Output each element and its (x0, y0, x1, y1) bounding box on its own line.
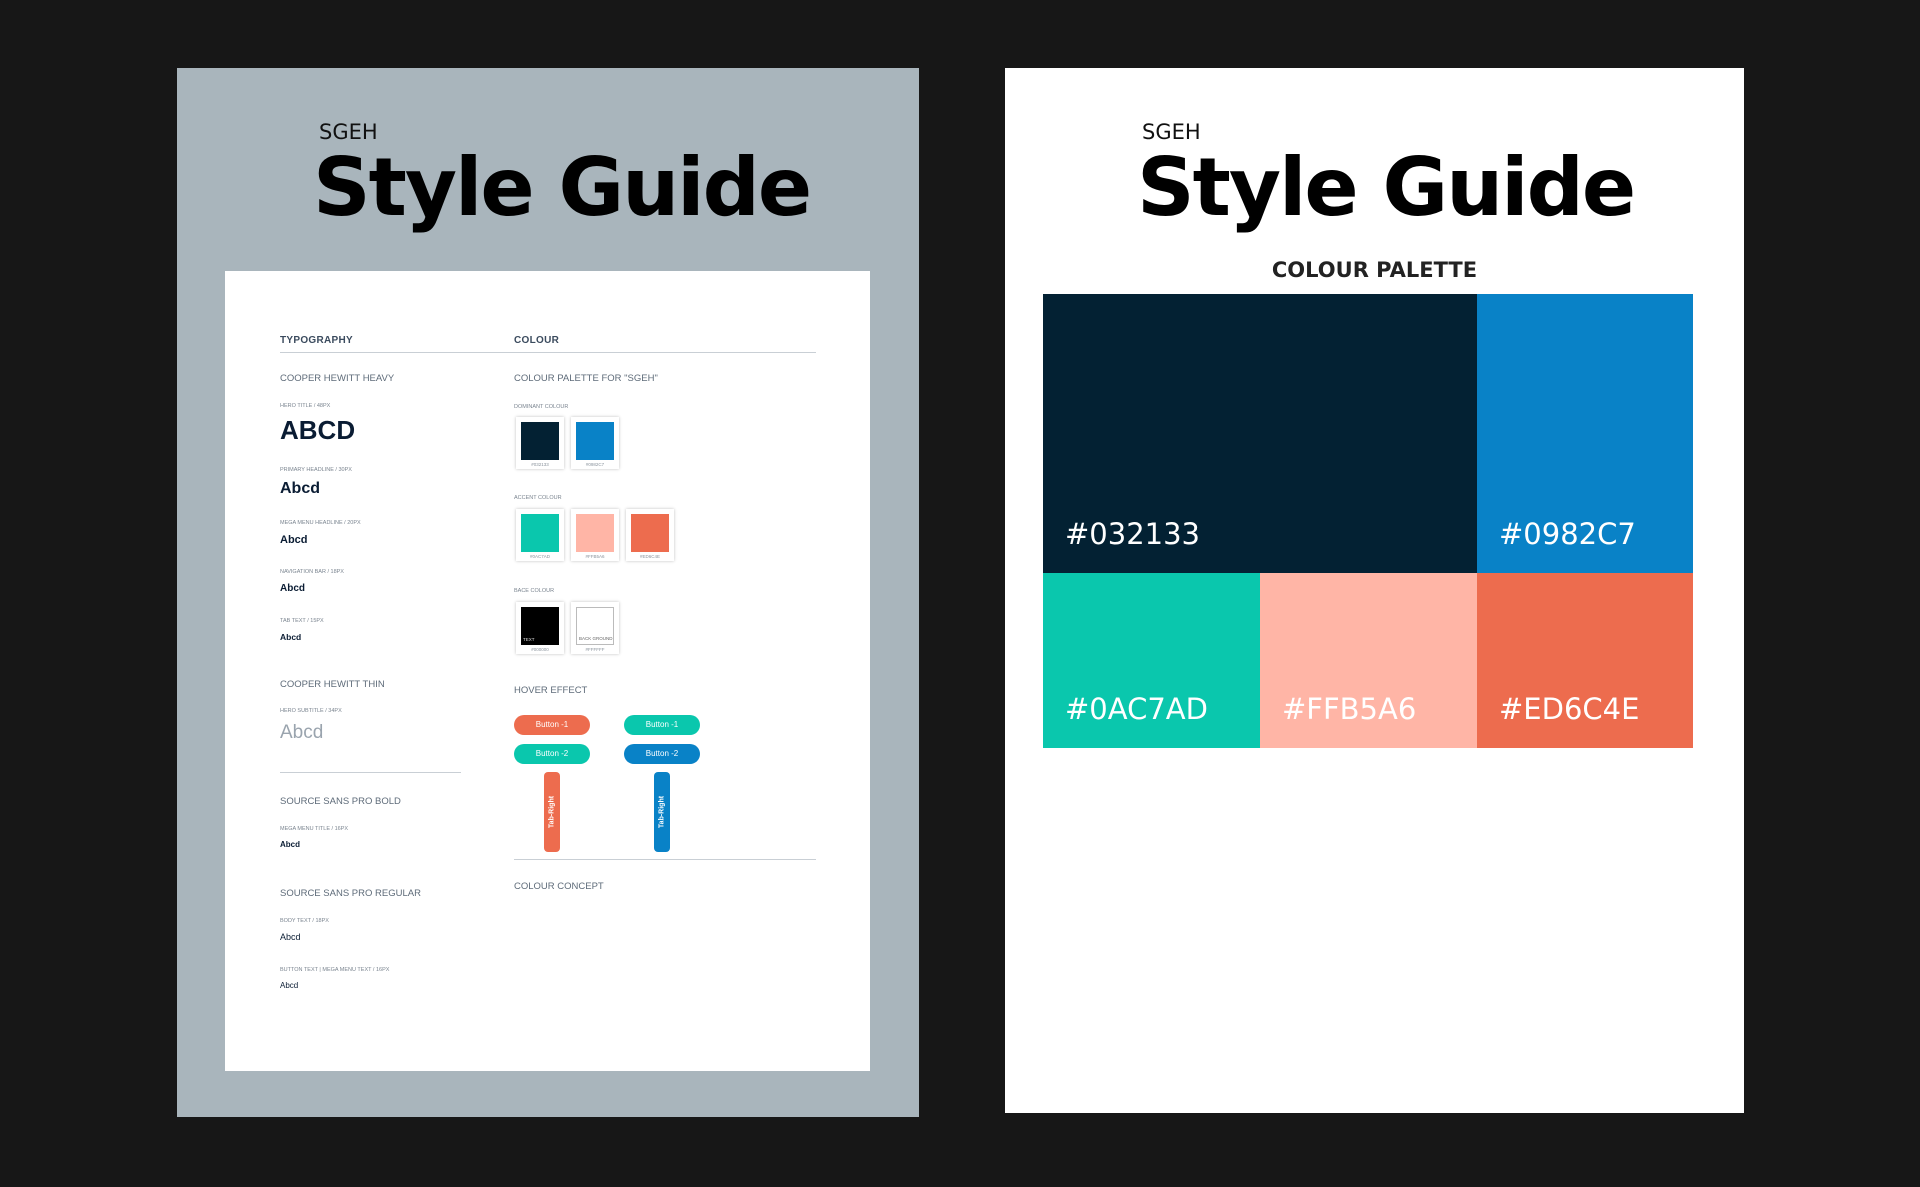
swatch-card: TEXT #000000 (516, 602, 564, 654)
swatch-card: BACK GROUND #FFFFFF (571, 602, 619, 654)
palette-hex-label: #0982C7 (1499, 517, 1636, 551)
swatch-caption: #0982C7 (585, 462, 605, 467)
tab-right-label: Tab-Right (658, 795, 666, 829)
header-divider (280, 352, 816, 353)
swatch-chip (576, 422, 614, 460)
palette-block-0ac7ad: #0AC7AD (1043, 573, 1260, 748)
hover-effect-label: HOVER EFFECT (514, 685, 588, 696)
style-sheet: TYPOGRAPHY COLOUR COOPER HEWITT HEAVY HE… (225, 271, 870, 1071)
button-2-hover[interactable]: Button -2 (624, 744, 700, 764)
colour-heading: COLOUR (514, 335, 560, 346)
swatch-caption: #FFFFFF (585, 647, 605, 652)
button-2-default[interactable]: Button -2 (514, 744, 590, 764)
swatch-chip (576, 514, 614, 552)
style-guide-board-typography: SGEH Style Guide TYPOGRAPHY COLOUR COOPE… (177, 68, 919, 1117)
palette-block-ffb5a6: #FFB5A6 (1260, 573, 1477, 748)
tab-right-default[interactable]: Tab-Right (544, 772, 560, 852)
font-spec-meta: MEGA MENU TITLE / 16PX (280, 826, 349, 832)
font-spec-meta: NAVIGATION BAR / 18PX (280, 569, 344, 575)
font-sample-hero-subtitle: Abcd (280, 722, 324, 743)
board-title: Style Guide (1137, 141, 1636, 234)
font-sample-hero-title: ABCD (280, 415, 356, 445)
font-spec-meta: TAB TEXT / 15PX (280, 618, 324, 624)
font-sample-button-text: Abcd (280, 981, 299, 990)
palette-block-0982c7: #0982C7 (1477, 294, 1693, 573)
font-spec-meta: HERO SUBTITLE / 34PX (280, 708, 342, 714)
tab-right-hover[interactable]: Tab-Right (654, 772, 670, 852)
accent-colour-label: ACCENT COLOUR (514, 495, 562, 501)
font-sample-tab-text: Abcd (280, 632, 302, 642)
typography-divider (280, 772, 461, 773)
palette-block-ed6c4e: #ED6C4E (1477, 573, 1693, 748)
style-guide-board-palette: SGEH Style Guide COLOUR PALETTE #032133 … (1005, 68, 1744, 1113)
swatch-inner-label: TEXT (523, 637, 535, 642)
swatch-chip (521, 514, 559, 552)
swatch-chip: BACK GROUND (576, 607, 614, 645)
swatch-caption: #0AC7AD (529, 554, 550, 559)
swatch-caption: #FFB5A6 (585, 554, 605, 559)
button-1-hover[interactable]: Button -1 (624, 715, 700, 735)
colour-divider (514, 859, 816, 860)
font-sample-primary-headline: Abcd (280, 480, 320, 497)
palette-heading: COLOUR PALETTE (1271, 258, 1478, 282)
dominant-colour-label: DOMINANT COLOUR (514, 404, 569, 410)
palette-hex-label: #0AC7AD (1065, 692, 1208, 726)
palette-hex-label: #032133 (1065, 517, 1201, 551)
palette-hex-label: #ED6C4E (1499, 692, 1640, 726)
swatch-chip (521, 422, 559, 460)
swatch-card: #ED6C4E (626, 509, 674, 561)
font-spec-meta: MEGA MENU HEADLINE / 20PX (280, 520, 361, 526)
font-cooper-thin-title: COOPER HEWITT THIN (280, 679, 385, 690)
font-sample-body-text: Abcd (280, 932, 301, 942)
board-title: Style Guide (313, 141, 812, 234)
swatch-card: #0AC7AD (516, 509, 564, 561)
base-colour-label: BACE COLOUR (514, 588, 555, 594)
swatch-caption: #032133 (531, 462, 549, 467)
font-source-bold-title: SOURCE SANS PRO BOLD (280, 796, 401, 807)
palette-hex-label: #FFB5A6 (1282, 692, 1417, 726)
colour-palette-title: COLOUR PALETTE FOR "SGEH" (514, 373, 658, 384)
font-spec-meta: HERO TITLE / 48PX (280, 403, 331, 409)
colour-concept-label: COLOUR CONCEPT (514, 881, 604, 892)
swatch-inner-label: BACK GROUND (579, 636, 613, 641)
swatch-card: #0982C7 (571, 417, 619, 469)
font-cooper-heavy-title: COOPER HEWITT HEAVY (280, 373, 395, 384)
font-sample-mega-menu-title: Abcd (280, 840, 300, 849)
font-spec-meta: PRIMARY HEADLINE / 30PX (280, 467, 352, 473)
button-1-default[interactable]: Button -1 (514, 715, 590, 735)
swatch-caption: #ED6C4E (639, 554, 660, 559)
swatch-chip (631, 514, 669, 552)
swatch-card: #FFB5A6 (571, 509, 619, 561)
font-sample-navigation-bar: Abcd (280, 583, 305, 594)
palette-block-032133: #032133 (1043, 294, 1477, 573)
font-spec-meta: BODY TEXT / 18PX (280, 918, 329, 924)
font-spec-meta: BUTTON TEXT | MEGA MENU TEXT / 16PX (280, 967, 390, 973)
tab-right-label: Tab-Right (548, 795, 556, 829)
swatch-chip: TEXT (521, 607, 559, 645)
swatch-caption: #000000 (531, 647, 549, 652)
swatch-card: #032133 (516, 417, 564, 469)
font-sample-mega-menu-headline: Abcd (280, 534, 308, 546)
typography-heading: TYPOGRAPHY (280, 335, 354, 346)
font-source-regular-title: SOURCE SANS PRO REGULAR (280, 888, 421, 899)
